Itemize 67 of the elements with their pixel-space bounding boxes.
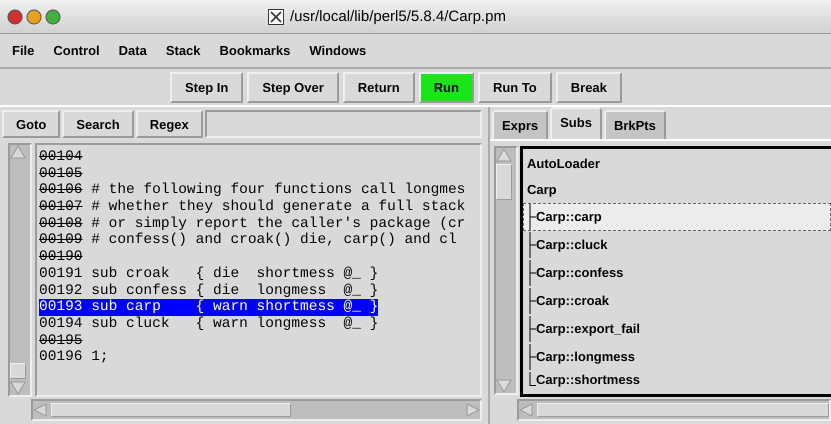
tree-node[interactable]: Carp::carp bbox=[523, 202, 831, 231]
tab[interactable]: Exprs bbox=[492, 110, 548, 139]
scroll-thumb[interactable] bbox=[496, 164, 512, 200]
code-line[interactable]: 00194 sub cluck { warn longmess @_ } bbox=[39, 316, 378, 333]
code-line[interactable]: 00190 bbox=[39, 249, 83, 266]
minimize-icon[interactable] bbox=[26, 8, 42, 24]
tree-node[interactable]: Carp::croak bbox=[523, 286, 831, 315]
code-line[interactable]: 00192 sub confess { die longmess @_ } bbox=[39, 282, 378, 300]
tab[interactable]: BrkPts bbox=[604, 110, 666, 139]
menu-item[interactable]: Control bbox=[45, 43, 111, 58]
down-arrow-icon[interactable] bbox=[496, 379, 512, 393]
code-line[interactable]: 00195 bbox=[39, 332, 83, 350]
toolbar-button[interactable]: Run bbox=[418, 72, 474, 102]
maximize-icon[interactable] bbox=[45, 8, 61, 24]
close-icon[interactable] bbox=[7, 8, 23, 24]
search-field[interactable] bbox=[204, 110, 482, 138]
tab[interactable]: Subs bbox=[550, 107, 602, 139]
down-arrow-icon[interactable] bbox=[10, 381, 26, 395]
tree-node[interactable]: Carp bbox=[523, 176, 831, 203]
code-line[interactable]: 00191 sub croak { die shortmess @_ } bbox=[39, 266, 378, 282]
menu-item[interactable]: Stack bbox=[158, 43, 212, 58]
left-arrow-icon[interactable] bbox=[33, 403, 47, 417]
tree-node[interactable]: Carp::longmess bbox=[523, 342, 831, 371]
tree-line-icon bbox=[529, 232, 536, 258]
toolbar-button[interactable]: Step Over bbox=[247, 72, 339, 102]
vertical-scrollbar[interactable] bbox=[494, 146, 518, 395]
right-arrow-icon[interactable] bbox=[466, 403, 480, 417]
toolbar-button[interactable]: Run To bbox=[478, 72, 552, 102]
menu-item[interactable]: Windows bbox=[301, 43, 378, 58]
left-arrow-icon[interactable] bbox=[519, 403, 533, 417]
tree-line-icon bbox=[529, 316, 536, 342]
tree-line-icon bbox=[529, 260, 536, 286]
search-bar-button[interactable]: Search bbox=[62, 110, 134, 138]
scroll-thumb[interactable] bbox=[537, 403, 829, 417]
tree-node[interactable]: AutoLoader bbox=[523, 151, 831, 177]
code-line[interactable]: 00108 # or simply report the caller's package (cr bbox=[39, 216, 466, 232]
code-line[interactable]: 00104 bbox=[39, 149, 83, 166]
toolbar-button[interactable]: Step In bbox=[170, 72, 244, 102]
scroll-thumb[interactable] bbox=[10, 363, 26, 379]
code-line[interactable]: 00107 # whether they should generate a full stack bbox=[39, 199, 466, 216]
code-line[interactable]: 00106 # the following four functions call longmes bbox=[39, 182, 466, 200]
up-arrow-icon[interactable] bbox=[496, 148, 512, 162]
tree-line-icon bbox=[529, 288, 536, 314]
menu-item[interactable]: File bbox=[4, 43, 46, 58]
code-line[interactable]: 00109 # confess() and croak() die, carp() and cl bbox=[39, 232, 457, 250]
menu-item[interactable]: Bookmarks bbox=[212, 43, 302, 58]
code-line[interactable]: 00105 bbox=[39, 166, 83, 182]
tree-node[interactable]: Carp::confess bbox=[523, 258, 831, 287]
toolbar-button[interactable]: Break bbox=[556, 72, 622, 102]
tree-node[interactable]: Carp::cluck bbox=[523, 230, 831, 259]
search-bar-button[interactable]: Goto bbox=[2, 110, 60, 138]
tree-line-icon bbox=[529, 204, 536, 230]
x-window-icon bbox=[268, 8, 284, 24]
toolbar-button[interactable]: Return bbox=[342, 72, 415, 102]
tree-node[interactable]: Carp::shortmess bbox=[523, 370, 831, 388]
tree-line-icon bbox=[529, 372, 536, 386]
menu-item[interactable]: Data bbox=[110, 43, 158, 58]
horizontal-scrollbar[interactable] bbox=[517, 399, 831, 421]
scroll-thumb[interactable] bbox=[51, 403, 291, 417]
horizontal-scrollbar[interactable] bbox=[31, 399, 482, 421]
window-title: /usr/local/lib/perl5/5.8.4/Carp.pm bbox=[290, 8, 506, 25]
up-arrow-icon[interactable] bbox=[10, 145, 26, 159]
search-bar-button[interactable]: Regex bbox=[136, 110, 203, 138]
vertical-scrollbar[interactable] bbox=[8, 143, 32, 397]
tree-line-icon bbox=[529, 344, 536, 370]
tree-node[interactable]: Carp::export_fail bbox=[523, 314, 831, 343]
code-line[interactable]: 00196 1; bbox=[39, 349, 109, 366]
